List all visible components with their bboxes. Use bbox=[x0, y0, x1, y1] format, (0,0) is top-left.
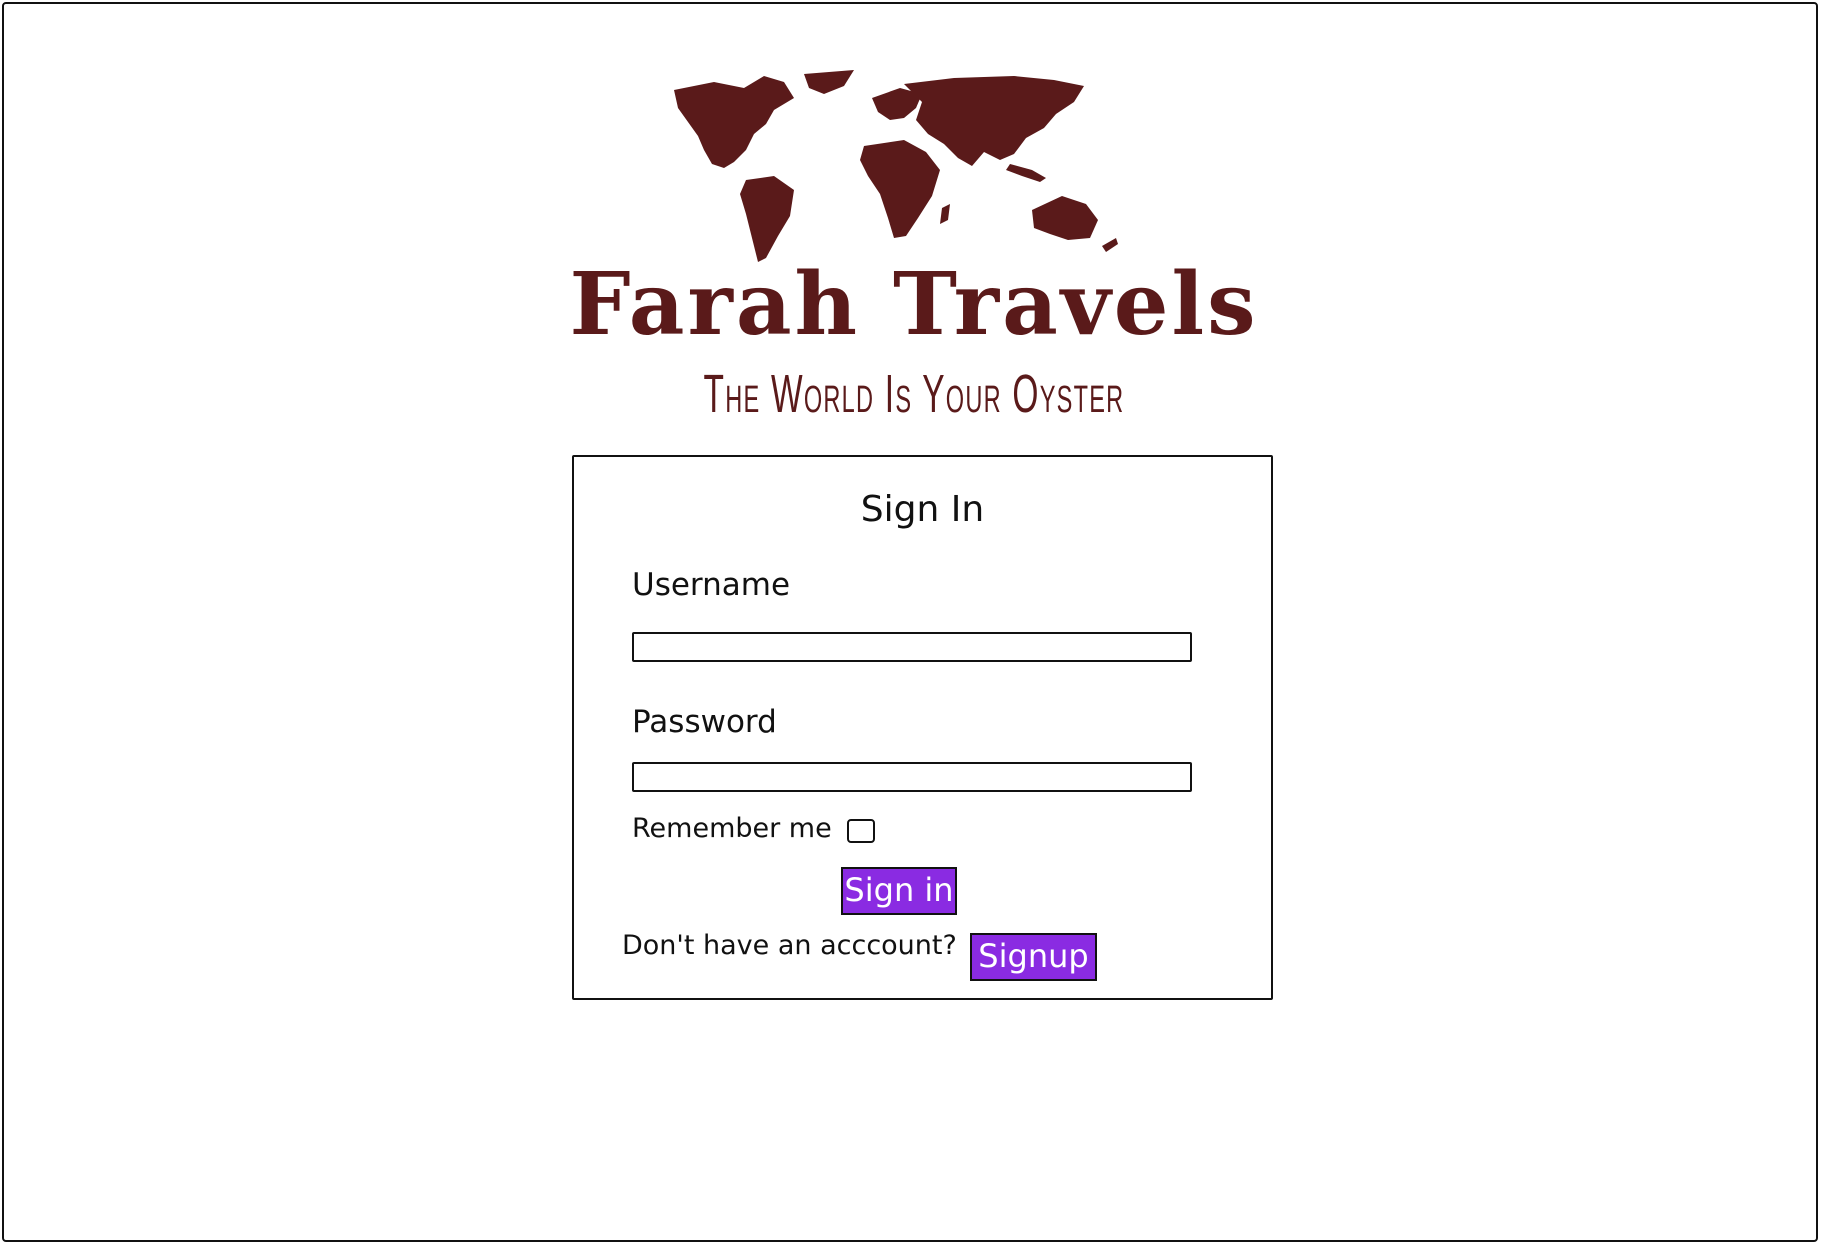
username-label: Username bbox=[632, 567, 791, 603]
signup-button[interactable]: Signup bbox=[970, 933, 1097, 981]
signin-title: Sign In bbox=[860, 489, 985, 530]
password-label: Password bbox=[632, 704, 777, 740]
page-frame: Farah Travels The World Is Your Oyster S… bbox=[2, 2, 1818, 1242]
remember-me-label: Remember me bbox=[632, 813, 832, 844]
brand-name: Farah Travels bbox=[569, 254, 1259, 355]
world-map-icon bbox=[674, 70, 1118, 262]
brand-tagline: The World Is Your Oyster bbox=[703, 364, 1125, 424]
signup-prompt: Don't have an acccount? bbox=[622, 930, 957, 961]
remember-me-checkbox[interactable] bbox=[847, 819, 875, 843]
signin-button[interactable]: Sign in bbox=[841, 867, 957, 915]
brand-logo: Farah Travels The World Is Your Oyster bbox=[564, 62, 1264, 432]
signin-card: Sign In Username Password Remember me Si… bbox=[572, 455, 1273, 1000]
password-input[interactable] bbox=[632, 762, 1192, 792]
username-input[interactable] bbox=[632, 632, 1192, 662]
